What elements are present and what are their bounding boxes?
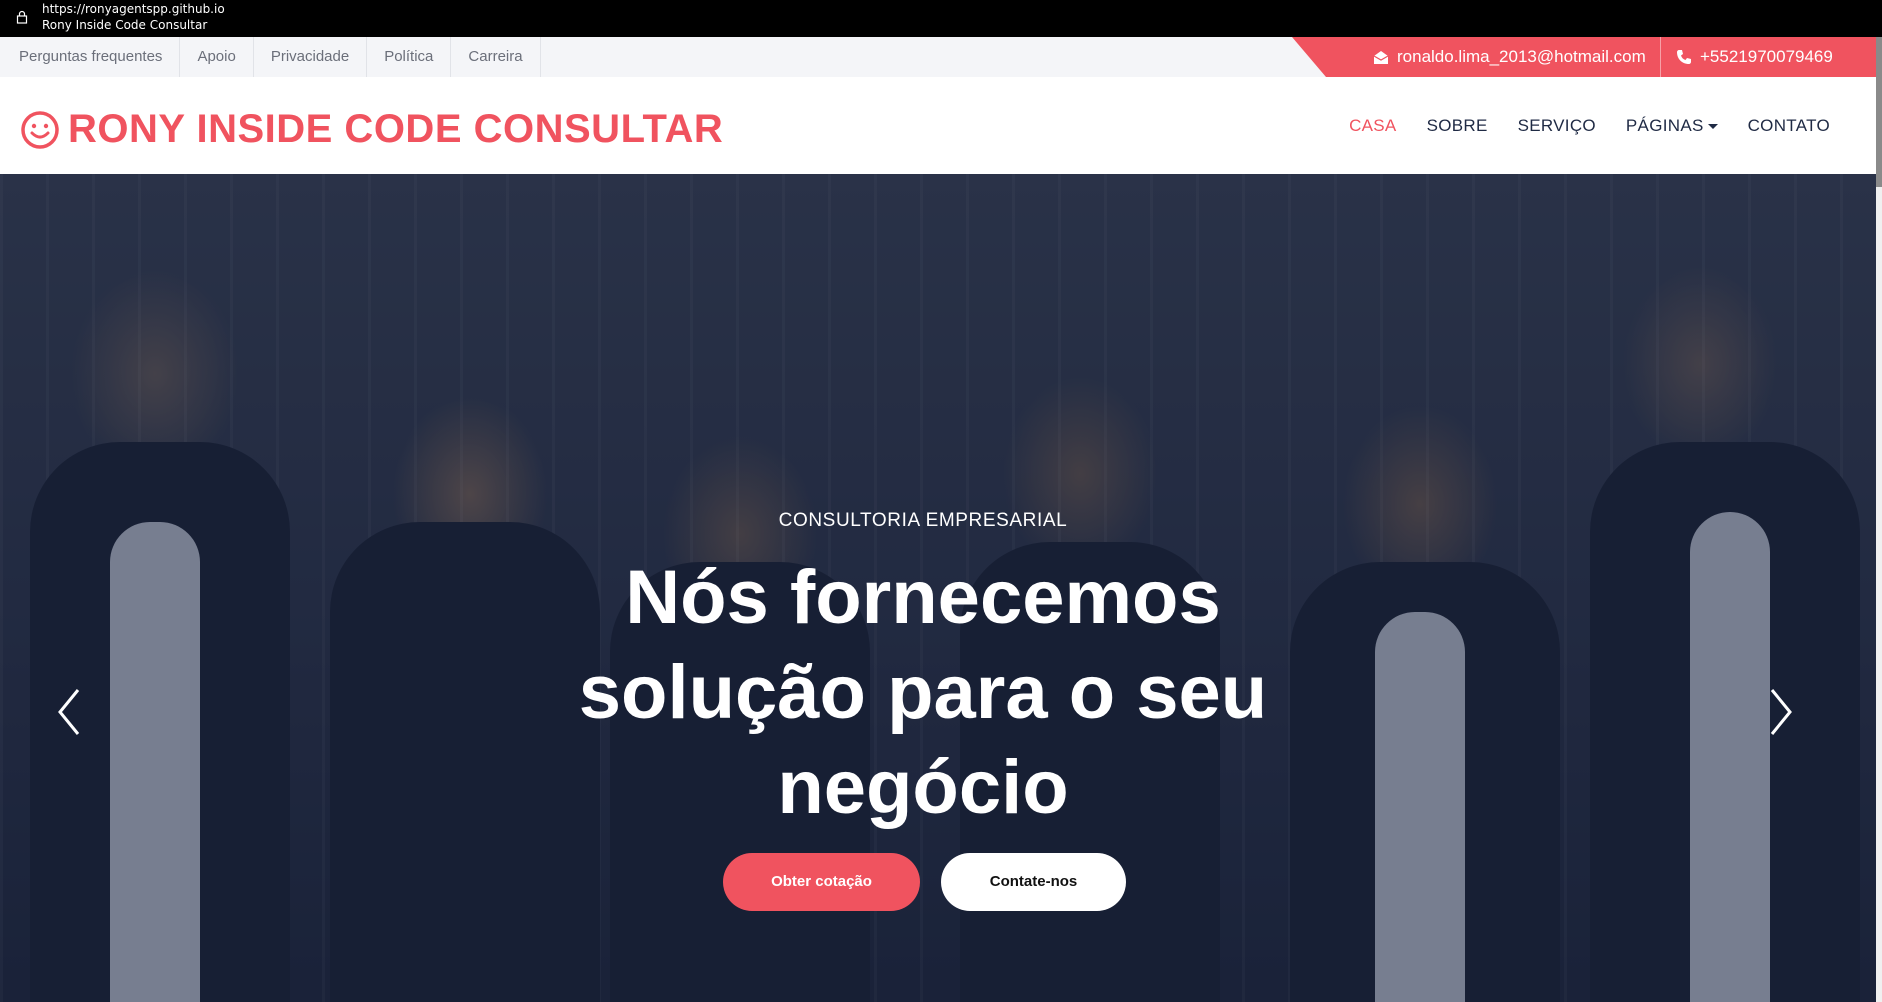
page-scrollbar[interactable] xyxy=(1876,37,1882,1002)
carousel-prev-button[interactable] xyxy=(48,682,88,742)
contact-phone-text: +5521970079469 xyxy=(1700,47,1833,66)
nav-item-home[interactable]: CASA xyxy=(1349,116,1397,136)
lock-icon xyxy=(15,10,29,24)
nav-item-service[interactable]: SERVIÇO xyxy=(1518,116,1596,136)
nav-item-about[interactable]: SOBRE xyxy=(1427,116,1488,136)
phone-icon xyxy=(1677,50,1691,64)
nav-menu: CASA SOBRE SERVIÇO PÁGINAS CONTATO xyxy=(1319,77,1830,174)
contact-phone[interactable]: +5521970079469 xyxy=(1676,37,1833,77)
hero-title: Nós fornecemos solução para o seu negóci… xyxy=(578,555,1268,830)
brand-logo[interactable]: RONY INSIDE CODE CONSULTAR xyxy=(20,107,723,152)
chevron-right-icon xyxy=(1770,689,1792,735)
top-link-privacy[interactable]: Privacidade xyxy=(254,37,368,77)
top-link-support[interactable]: Apoio xyxy=(180,37,254,77)
brand-name: RONY INSIDE CODE CONSULTAR xyxy=(68,107,724,151)
contact-us-button[interactable]: Contate-nos xyxy=(941,853,1126,911)
top-link-policy[interactable]: Política xyxy=(367,37,452,77)
hero-carousel: CONSULTORIA EMPRESARIAL Nós fornecemos s… xyxy=(0,174,1876,1002)
top-info-bar: Perguntas frequentes Apoio Privacidade P… xyxy=(0,37,1876,77)
nav-item-pages-dropdown[interactable]: PÁGINAS xyxy=(1626,116,1718,136)
top-links: Perguntas frequentes Apoio Privacidade P… xyxy=(2,37,541,77)
contact-email[interactable]: ronaldo.lima_2013@hotmail.com xyxy=(1373,37,1646,77)
envelope-open-icon xyxy=(1373,50,1389,64)
nav-item-pages-label: PÁGINAS xyxy=(1625,115,1704,135)
browser-url-bar: https://ronyagentspp.github.io Rony Insi… xyxy=(0,0,1882,37)
main-navbar: RONY INSIDE CODE CONSULTAR CASA SOBRE SE… xyxy=(0,77,1876,174)
contact-email-text: ronaldo.lima_2013@hotmail.com xyxy=(1397,47,1646,66)
hero-subtitle: CONSULTORIA EMPRESARIAL xyxy=(778,510,1068,531)
smile-icon xyxy=(21,110,59,149)
scrollbar-thumb[interactable] xyxy=(1876,37,1882,187)
browser-page-title: Rony Inside Code Consultar xyxy=(42,18,208,32)
browser-url[interactable]: https://ronyagentspp.github.io xyxy=(42,2,225,16)
nav-item-contact[interactable]: CONTATO xyxy=(1748,116,1830,136)
carousel-next-button[interactable] xyxy=(1762,682,1802,742)
chevron-left-icon xyxy=(58,689,80,735)
caret-down-icon xyxy=(1707,123,1718,129)
top-link-faq[interactable]: Perguntas frequentes xyxy=(2,37,181,77)
top-link-career[interactable]: Carreira xyxy=(451,37,541,77)
get-quote-button[interactable]: Obter cotação xyxy=(723,853,920,911)
contact-divider xyxy=(1660,37,1661,77)
